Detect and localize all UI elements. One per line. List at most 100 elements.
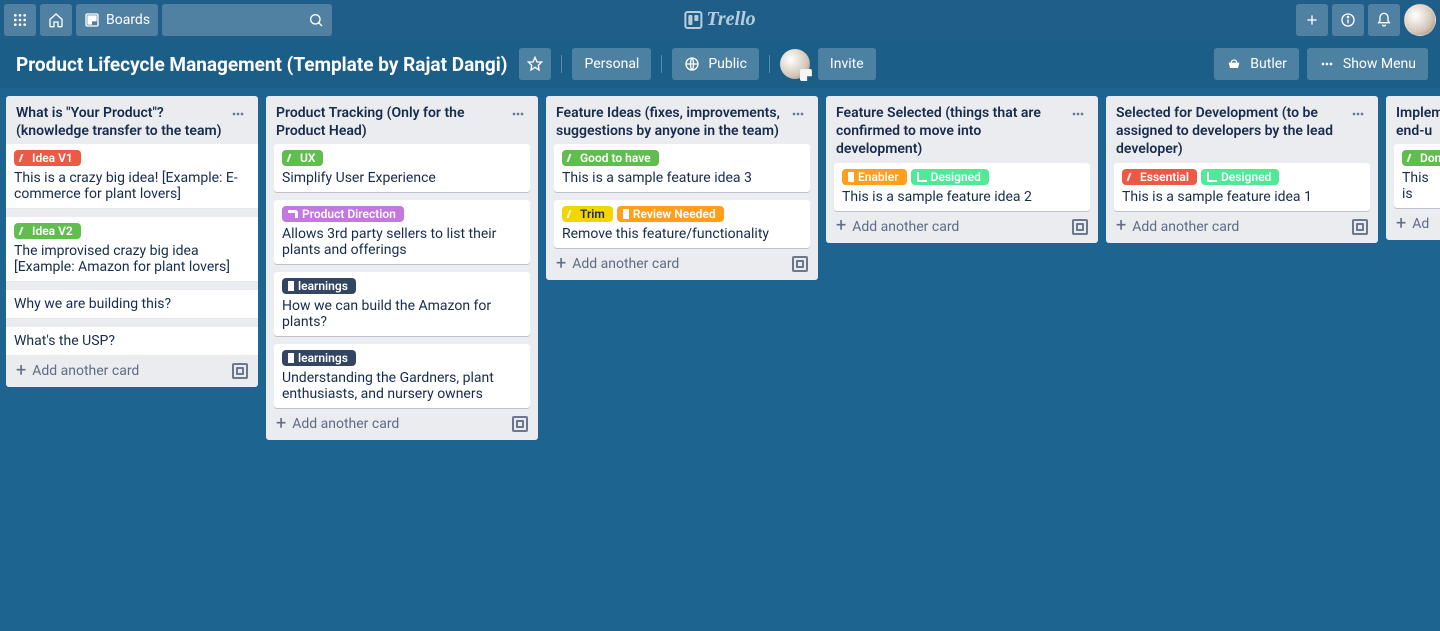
user-avatar[interactable]: [1404, 4, 1436, 36]
list-title[interactable]: Implemented end-u: [1396, 104, 1440, 140]
list: What is "Your Product"? (knowledge trans…: [6, 96, 258, 387]
card[interactable]: learningsUnderstanding the Gardners, pla…: [274, 344, 530, 408]
add-card-label: Add another card: [852, 219, 959, 235]
card-label[interactable]: Product Direction: [282, 206, 404, 222]
card-label[interactable]: Designed: [1201, 169, 1279, 185]
more-icon: [1350, 106, 1366, 122]
plus-icon: +: [1396, 219, 1406, 230]
board-title[interactable]: Product Lifecycle Management (Template b…: [12, 51, 511, 78]
list: Feature Selected (things that are confir…: [826, 96, 1098, 243]
home-button[interactable]: [40, 4, 72, 36]
search-icon: [308, 12, 324, 28]
butler-label: Butler: [1250, 56, 1287, 72]
list-menu-button[interactable]: [788, 104, 808, 128]
card-label[interactable]: Review Needed: [617, 206, 724, 222]
list: Feature Ideas (fixes, improvements, sugg…: [546, 96, 818, 280]
notifications-button[interactable]: [1368, 4, 1400, 36]
add-card-button[interactable]: +Add another card: [546, 248, 818, 280]
add-card-button[interactable]: +Add another card: [1106, 211, 1378, 243]
list-title[interactable]: Product Tracking (Only for the Product H…: [276, 104, 508, 140]
card-label[interactable]: Don: [1402, 150, 1440, 166]
board-member-avatar[interactable]: [780, 49, 810, 79]
list: Implemented end-u Don This is + Ad: [1386, 96, 1440, 240]
add-card-button[interactable]: + Ad: [1386, 208, 1440, 240]
card-label[interactable]: Idea V2: [14, 223, 81, 239]
list-menu-button[interactable]: [508, 104, 528, 128]
add-card-label: Ad: [1412, 216, 1429, 232]
card[interactable]: Trim Review Needed Remove this feature/fun…: [554, 200, 810, 248]
divider: [561, 55, 562, 73]
card[interactable]: Good to haveThis is a sample feature ide…: [554, 144, 810, 192]
card-label[interactable]: Idea V1: [14, 150, 81, 166]
template-icon[interactable]: [232, 363, 248, 379]
card[interactable]: Enabler Designed This is a sample feature …: [834, 163, 1090, 211]
list-title[interactable]: Feature Selected (things that are confir…: [836, 104, 1068, 159]
show-menu-button[interactable]: Show Menu: [1307, 48, 1428, 80]
plus-icon: +: [16, 366, 26, 377]
template-icon[interactable]: [512, 416, 528, 432]
list-menu-button[interactable]: [1068, 104, 1088, 128]
card[interactable]: learnings How we can build the Amazon for…: [274, 272, 530, 336]
add-card-button[interactable]: +Add another card: [826, 211, 1098, 243]
plus-icon: +: [1116, 221, 1126, 232]
card-label[interactable]: Designed: [911, 169, 989, 185]
card[interactable]: Idea V2 The improvised crazy big idea [Ex…: [6, 217, 258, 282]
card-text: How we can build the Amazon for plants?: [282, 298, 522, 330]
card-label[interactable]: UX: [282, 150, 323, 166]
card-text: The improvised crazy big idea [Example: …: [14, 243, 250, 275]
card[interactable]: EssentialDesignedThis is a sample featur…: [1114, 163, 1370, 211]
butler-button[interactable]: Butler: [1214, 48, 1299, 80]
card-text: This is a sample feature idea 2: [842, 189, 1082, 205]
template-icon[interactable]: [1072, 219, 1088, 235]
trello-logo: Trello: [684, 8, 755, 31]
apps-button[interactable]: [4, 4, 36, 36]
list-title[interactable]: Selected for Development (to be assigned…: [1116, 104, 1348, 159]
divider: [769, 55, 770, 73]
star-icon: [527, 56, 543, 72]
card-label-text: Trim: [580, 207, 605, 221]
add-card-label: Add another card: [572, 256, 679, 272]
card[interactable]: Don This is: [1394, 144, 1440, 208]
card-label[interactable]: learnings: [282, 350, 356, 366]
card[interactable]: Why we are building this?: [6, 290, 258, 319]
board-canvas[interactable]: What is "Your Product"? (knowledge trans…: [0, 88, 1440, 631]
card[interactable]: Idea V1This is a crazy big idea! [Exampl…: [6, 144, 258, 209]
list-title[interactable]: Feature Ideas (fixes, improvements, sugg…: [556, 104, 788, 140]
add-card-button[interactable]: +Add another card: [6, 355, 258, 387]
card[interactable]: What's the USP?: [6, 327, 258, 355]
visibility-button[interactable]: Public: [672, 48, 759, 80]
boards-button[interactable]: Boards: [76, 4, 158, 36]
list-title[interactable]: What is "Your Product"? (knowledge trans…: [16, 104, 228, 140]
trello-mark-icon: [684, 11, 702, 29]
create-button[interactable]: [1296, 4, 1328, 36]
more-icon: [790, 106, 806, 122]
workspace-button[interactable]: Personal: [572, 48, 651, 80]
card-label-text: Enabler: [858, 170, 899, 184]
card-label-text: Essential: [1140, 170, 1189, 184]
card-text: Why we are building this?: [14, 296, 250, 312]
card-text: Remove this feature/functionality: [562, 226, 802, 242]
card-label-text: Good to have: [580, 151, 651, 165]
card-label-text: learnings: [298, 279, 348, 293]
template-icon[interactable]: [1352, 219, 1368, 235]
divider: [661, 55, 662, 73]
template-icon[interactable]: [792, 256, 808, 272]
list-menu-button[interactable]: [1348, 104, 1368, 128]
info-button[interactable]: [1332, 4, 1364, 36]
list-menu-button[interactable]: [228, 104, 248, 128]
invite-button[interactable]: Invite: [818, 48, 876, 80]
card-text: This is: [1402, 170, 1440, 202]
card-label[interactable]: Enabler: [842, 169, 907, 185]
card-label[interactable]: Essential: [1122, 169, 1197, 185]
card-label[interactable]: learnings: [282, 278, 356, 294]
card[interactable]: Product DirectionAllows 3rd party seller…: [274, 200, 530, 264]
card-label-text: learnings: [298, 351, 348, 365]
card[interactable]: UXSimplify User Experience: [274, 144, 530, 192]
star-button[interactable]: [519, 48, 551, 80]
card-label[interactable]: Good to have: [562, 150, 659, 166]
search-input[interactable]: [162, 4, 332, 36]
add-card-button[interactable]: +Add another card: [266, 408, 538, 440]
show-menu-label: Show Menu: [1343, 56, 1416, 72]
card-label[interactable]: Trim: [562, 206, 613, 222]
card-label-text: Don: [1420, 151, 1440, 165]
